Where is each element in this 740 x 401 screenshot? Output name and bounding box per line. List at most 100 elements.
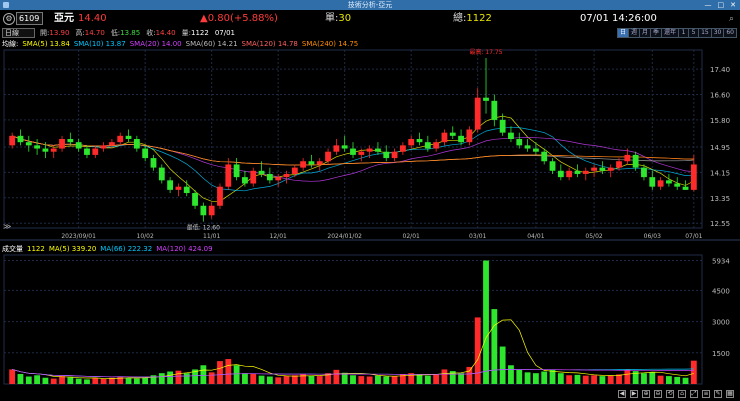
time-tick-4: 2024/01/02 [327,233,362,240]
home-icon[interactable]: ⌂ [678,390,686,398]
volume-bar-58 [491,309,498,384]
candle-body-17 [150,158,157,168]
candle-body-42 [358,151,365,155]
volume-bar-26 [225,359,232,384]
candle-body-30 [258,170,265,174]
candle-body-74 [624,154,631,162]
volume-bar-80 [674,376,681,384]
candle-body-76 [641,167,647,178]
candle-body-3 [34,145,41,149]
volume-bar-72 [607,375,614,384]
volume-bar-65 [549,369,556,384]
reset-icon[interactable]: ⟲ [666,390,674,398]
candle-body-55 [466,129,473,143]
candle-body-31 [266,173,273,181]
candle-body-28 [242,177,248,184]
candle-body-69 [582,170,589,174]
price-volume-chart[interactable]: 17.40 16.60 15.80 14.95 14.15 13.35 12.55 2023/… [0,0,740,401]
candle-body-14 [125,135,132,139]
candle-body-11 [100,145,107,149]
next-icon[interactable]: ▶ [630,390,638,398]
volume-tick-3: 1500 [712,350,730,358]
candle-body-32 [275,177,282,181]
candle-body-34 [291,167,298,174]
candle-body-45 [383,151,390,159]
price-tick-1: 16.60 [710,92,730,100]
candle-body-57 [483,97,489,101]
volume-bar-69 [582,375,589,384]
volume-bar-5 [50,378,57,384]
volume-bar-11 [100,379,107,384]
candle-body-64 [541,151,548,162]
volume-bar-43 [366,376,373,384]
candle-body-19 [167,180,174,190]
candle-body-59 [499,119,506,133]
volume-bar-71 [599,376,606,384]
price-panel-frame [3,49,703,229]
price-tick-5: 13.35 [710,195,730,203]
volume-bar-46 [391,376,398,384]
price-tick-2: 15.80 [710,117,730,125]
volume-bar-74 [624,369,631,384]
draw-icon[interactable]: ✎ [714,390,722,398]
volume-bar-34 [291,375,298,384]
volume-bar-63 [532,373,539,384]
volume-bar-59 [499,346,506,384]
candle-body-43 [366,148,373,152]
volume-bar-81 [682,377,689,384]
volume-bar-28 [242,373,248,384]
ma-line-1 [12,126,694,192]
zoom-in-icon[interactable]: ⊕ [642,390,650,398]
candle-body-27 [233,164,240,178]
time-tick-3: 12/01 [270,233,287,240]
volume-bar-33 [283,376,290,384]
volume-bar-56 [474,317,481,384]
candle-body-49 [416,139,423,143]
time-tick-8: 05/02 [585,233,602,240]
volume-bar-62 [524,372,531,384]
candle-body-21 [183,186,190,194]
volume-bar-70 [591,375,597,384]
candle-body-62 [524,145,531,149]
volume-bar-31 [266,376,273,384]
menu-icon[interactable]: ≡ [702,390,710,398]
prev-icon[interactable]: ◀ [618,390,626,398]
time-tick-9: 06/03 [644,233,661,240]
volume-bar-27 [233,365,240,384]
fullscreen-icon[interactable]: ⤢ [690,390,698,398]
candle-body-7 [67,139,74,143]
volume-bar-41 [350,375,356,384]
time-tick-6: 03/01 [469,233,486,240]
time-tick-1: 10/02 [137,233,154,240]
candle-body-41 [350,148,356,155]
candle-body-80 [674,183,681,187]
candle-body-66 [557,170,564,178]
ma-line-0 [12,115,694,202]
volume-bar-55 [466,366,473,384]
volume-bar-78 [657,375,664,384]
time-tick-5: 02/01 [403,233,420,240]
volume-bar-51 [433,374,440,384]
volume-bar-4 [42,377,49,384]
candle-body-61 [516,139,523,146]
volume-bar-14 [125,378,132,384]
candle-body-44 [375,148,381,152]
volume-bar-7 [67,377,74,384]
candle-body-68 [574,170,581,174]
layout-icon[interactable]: ▦ [726,390,734,398]
candle-body-60 [508,132,514,139]
volume-bar-19 [167,371,174,384]
candle-body-22 [192,193,198,206]
zoom-out-icon[interactable]: ⊖ [654,390,662,398]
volume-bar-76 [641,373,647,384]
candle-body-46 [391,151,398,159]
candle-body-50 [424,142,431,149]
time-tick-2: 11/01 [203,233,220,240]
candle-body-81 [682,186,689,190]
candle-body-8 [75,142,82,149]
price-tick-0: 17.40 [710,66,730,74]
volume-bar-8 [75,378,82,384]
volume-bar-29 [250,374,257,384]
candle-body-79 [665,180,672,184]
expand-icon[interactable]: ≫ [3,222,11,231]
